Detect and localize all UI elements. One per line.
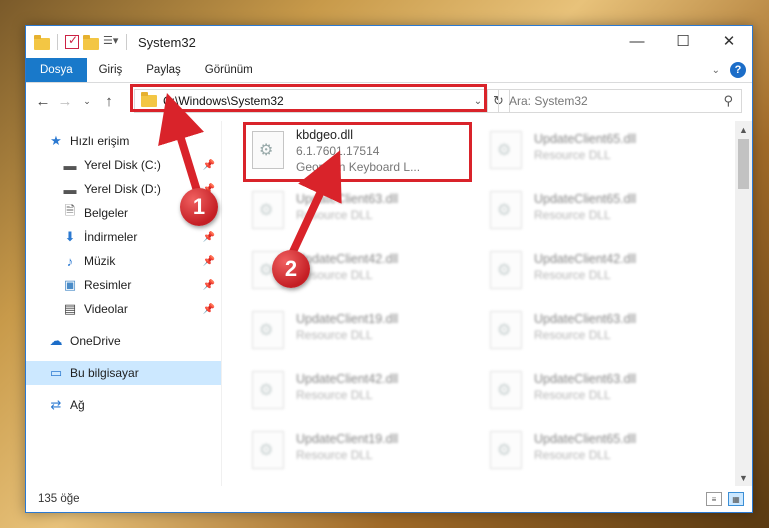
videos-icon: ▤ [63, 301, 77, 316]
title-bar: ☰▾ System32 — ☐ ✕ [26, 26, 752, 58]
computer-icon: ▭ [49, 365, 63, 380]
dll-file-icon [252, 431, 284, 469]
sidebar-item-this-pc[interactable]: ▭ Bu bilgisayar [26, 361, 221, 385]
file-tile[interactable]: UpdateClient42.dll Resource DLL [484, 245, 710, 301]
recent-locations-icon[interactable]: ⌄ [76, 91, 98, 113]
file-tile[interactable]: UpdateClient63.dll Resource DLL [484, 305, 710, 361]
file-tile[interactable]: UpdateClient19.dll Resource DLL [246, 305, 472, 361]
dll-file-icon [490, 431, 522, 469]
window-title: System32 [138, 34, 196, 50]
sidebar-item-pictures[interactable]: ▣ Resimler 📌 [26, 273, 221, 297]
item-count: 135 öğe [38, 493, 80, 505]
dll-file-icon [490, 311, 522, 349]
file-tile-kbdgeo[interactable]: kbdgeo.dll 6.1.7601.17514 Georgian Keybo… [246, 125, 472, 181]
navigation-bar: ← → ⌄ ↑ C:\Windows\System32 ⌄ ↻ Ara: Sys… [26, 83, 752, 120]
file-tile[interactable]: UpdateClient65.dll Resource DLL [484, 425, 710, 481]
file-tile[interactable]: UpdateClient65.dll Resource DLL [484, 125, 710, 181]
forward-button[interactable]: → [54, 91, 76, 113]
dll-file-icon [252, 131, 284, 169]
up-button[interactable]: ↑ [98, 91, 120, 113]
sidebar-item-videos[interactable]: ▤ Videolar 📌 [26, 297, 221, 321]
sidebar-item-onedrive[interactable]: ☁ OneDrive [26, 329, 221, 353]
network-icon: ⇄ [50, 397, 62, 412]
dll-file-icon [252, 191, 284, 229]
pictures-icon: ▣ [63, 277, 77, 292]
explorer-window: ☰▾ System32 — ☐ ✕ Dosya Giriş Paylaş Gör… [25, 25, 753, 513]
status-bar: 135 öğe ≡ ▦ [26, 486, 752, 512]
file-description: Georgian Keyboard L... [296, 160, 421, 174]
star-icon: ★ [50, 133, 62, 148]
file-list: kbdgeo.dll 6.1.7601.17514 Georgian Keybo… [222, 121, 752, 486]
file-tile[interactable]: UpdateClient63.dll Resource DLL [484, 365, 710, 421]
sidebar-item-network[interactable]: ⇄ Ağ [26, 393, 221, 417]
maximize-button[interactable]: ☐ [660, 26, 706, 56]
navigation-pane: ★ Hızlı erişim ▬ Yerel Disk (C:) 📌 ▬ Yer… [26, 121, 222, 486]
file-name: kbdgeo.dll [296, 128, 353, 142]
step-badge-2: 2 [272, 250, 310, 288]
scroll-thumb[interactable] [738, 139, 749, 189]
pin-icon: 📌 [202, 231, 215, 243]
file-version: 6.1.7601.17514 [296, 144, 380, 158]
tab-file[interactable]: Dosya [26, 58, 87, 82]
dll-file-icon [490, 131, 522, 169]
details-view-icon[interactable]: ≡ [706, 492, 722, 506]
ribbon-tabs: Dosya Giriş Paylaş Görünüm ⌄ ? [26, 58, 752, 83]
music-icon: ♪ [66, 253, 74, 269]
sidebar-item-downloads[interactable]: ⬇ İndirmeler 📌 [26, 225, 221, 249]
dll-file-icon [252, 311, 284, 349]
expand-ribbon-icon[interactable]: ⌄ [712, 65, 720, 76]
scroll-down-icon[interactable]: ▼ [735, 469, 752, 486]
minimize-button[interactable]: — [614, 26, 660, 56]
file-tile[interactable]: UpdateClient19.dll Resource DLL [246, 425, 472, 481]
vertical-scrollbar[interactable]: ▲ ▼ [735, 121, 752, 486]
sidebar-item-disk-c[interactable]: ▬ Yerel Disk (C:) 📌 [26, 153, 221, 177]
dll-file-icon [252, 371, 284, 409]
search-input[interactable]: Ara: System32 ⚲ [498, 89, 742, 113]
dll-file-icon [490, 251, 522, 289]
download-icon: ⬇ [64, 229, 76, 244]
caption-buttons: — ☐ ✕ [614, 26, 752, 56]
tab-view[interactable]: Görünüm [193, 58, 265, 82]
tiles-view-icon[interactable]: ▦ [728, 492, 744, 506]
close-button[interactable]: ✕ [706, 26, 752, 56]
address-dropdown-icon[interactable]: ⌄ [469, 96, 487, 107]
file-tile[interactable]: UpdateClient65.dll Resource DLL [484, 185, 710, 241]
address-bar[interactable]: C:\Windows\System32 ⌄ ↻ [134, 89, 510, 113]
step-badge-1: 1 [180, 188, 218, 226]
pin-icon: 📌 [202, 303, 215, 315]
quick-access-toolbar: ☰▾ [26, 33, 130, 50]
folder-icon [34, 34, 50, 50]
cloud-icon: ☁ [49, 333, 63, 348]
drive-icon: ▬ [63, 181, 77, 197]
pin-icon: 📌 [202, 255, 215, 267]
properties-icon[interactable] [65, 33, 79, 49]
documents-icon: 🗎 [64, 203, 76, 218]
address-text[interactable]: C:\Windows\System32 [163, 94, 469, 108]
pin-icon: 📌 [202, 159, 215, 171]
tab-home[interactable]: Giriş [87, 58, 135, 82]
file-tile[interactable]: UpdateClient63.dll Resource DLL [246, 185, 472, 241]
file-tile[interactable]: UpdateClient42.dll Resource DLL [246, 365, 472, 421]
back-button[interactable]: ← [32, 91, 54, 113]
dll-file-icon [490, 371, 522, 409]
dll-file-icon [490, 191, 522, 229]
sidebar-item-music[interactable]: ♪ Müzik 📌 [26, 249, 221, 273]
tab-share[interactable]: Paylaş [134, 58, 193, 82]
sidebar-item-quick-access[interactable]: ★ Hızlı erişim [26, 129, 221, 153]
new-folder-icon[interactable] [83, 34, 99, 50]
pin-icon: 📌 [202, 279, 215, 291]
help-button[interactable]: ? [730, 62, 746, 78]
folder-icon [141, 92, 157, 107]
customize-toolbar-icon[interactable]: ☰▾ [103, 34, 119, 50]
search-placeholder: Ara: System32 [509, 94, 588, 108]
drive-icon: ▬ [63, 157, 77, 173]
scroll-up-icon[interactable]: ▲ [735, 121, 752, 138]
search-icon: ⚲ [723, 93, 733, 108]
